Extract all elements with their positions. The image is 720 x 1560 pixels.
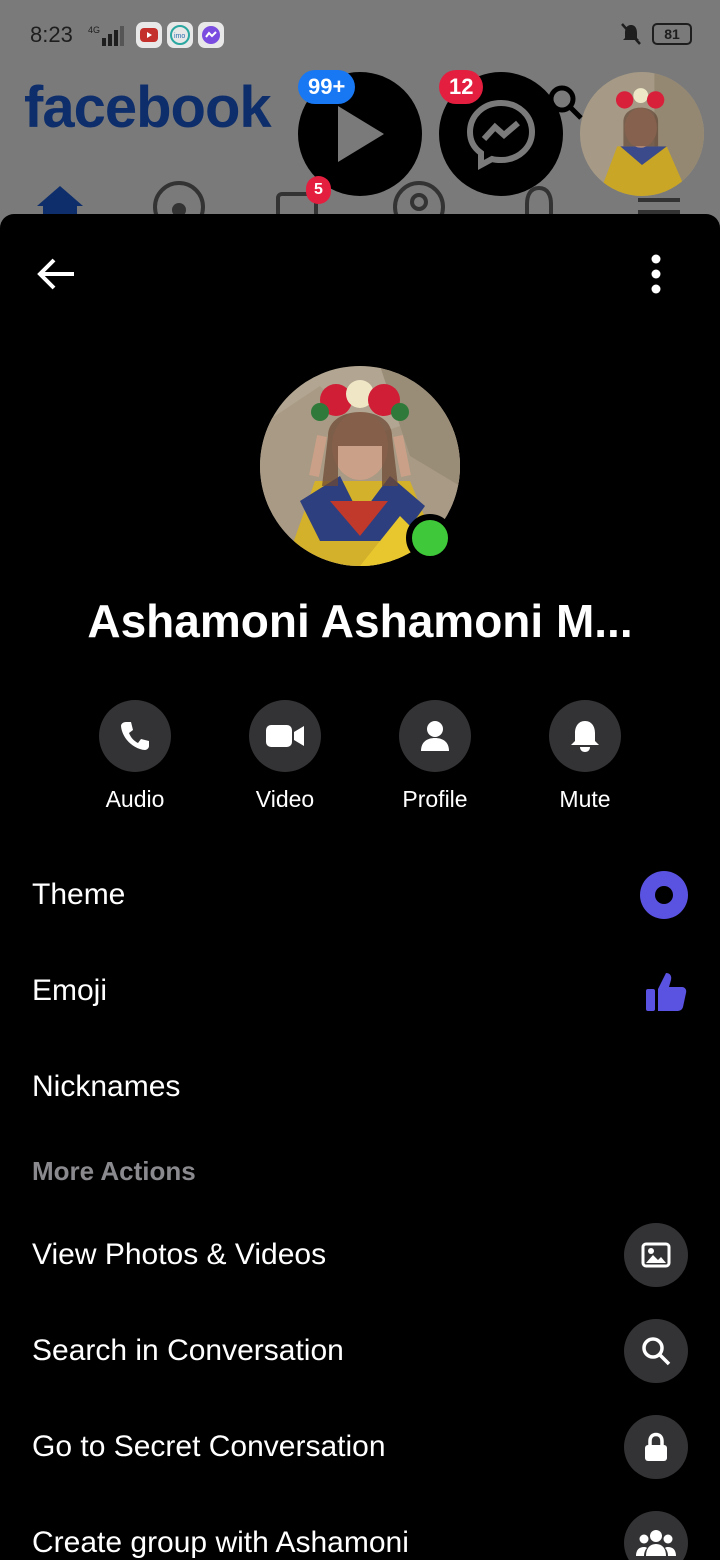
thumbs-up-icon [646, 973, 687, 1011]
group-icon [636, 1530, 676, 1556]
secret-conversation-row[interactable]: Go to Secret Conversation [0, 1407, 720, 1487]
profile-button[interactable] [399, 700, 471, 772]
more-actions-title: More Actions [32, 1156, 196, 1186]
watch-badge: 99+ [298, 70, 356, 104]
status-bar: 8:23 4G imo 81 [0, 0, 720, 72]
search-icon [642, 1337, 671, 1366]
image-icon [641, 1242, 671, 1268]
bell-muted-icon [621, 23, 641, 45]
emoji-row[interactable]: Emoji [0, 951, 720, 1031]
video-call-button[interactable] [249, 700, 321, 772]
audio-call-action[interactable]: Audio [65, 700, 205, 813]
secret-conversation-label: Go to Secret Conversation [32, 1430, 386, 1463]
mute-label: Mute [559, 786, 611, 812]
more-options-button[interactable] [628, 246, 684, 302]
create-group-row[interactable]: Create group with Ashamoni [0, 1503, 720, 1560]
audio-label: Audio [105, 786, 165, 812]
phone-icon [121, 722, 149, 750]
search-conversation-button[interactable] [624, 1319, 688, 1383]
quick-actions: Audio Video Profile Mute [0, 700, 720, 820]
play-icon [338, 106, 384, 162]
search-conversation-row[interactable]: Search in Conversation [0, 1311, 720, 1391]
lock-icon [645, 1432, 667, 1461]
create-group-label: Create group with Ashamoni [32, 1526, 409, 1559]
conversation-details-sheet: Ashamoni Ashamoni M... Audio Video Profi… [0, 214, 720, 1560]
mute-action[interactable]: Mute [515, 700, 655, 813]
theme-row[interactable]: Theme [0, 855, 720, 935]
person-icon [421, 721, 449, 751]
background-app: 8:23 4G imo 81 facebook 99+ 12 5 [0, 0, 720, 240]
account-avatar [580, 72, 704, 196]
video-camera-icon [266, 725, 304, 747]
view-photos-label: View Photos & Videos [32, 1238, 327, 1271]
view-photos-button[interactable] [624, 1223, 688, 1287]
facebook-logo: facebook [24, 75, 272, 140]
svg-text:imo: imo [174, 33, 185, 40]
avatar-photo [580, 72, 704, 196]
theme-color-icon [640, 871, 688, 919]
youtube-notification-icon [136, 22, 162, 48]
view-photos-row[interactable]: View Photos & Videos [0, 1215, 720, 1295]
video-label: Video [255, 786, 315, 812]
signal-icon: 4G [88, 25, 124, 46]
nicknames-label: Nicknames [32, 1070, 181, 1103]
online-status-indicator [406, 514, 454, 562]
messenger-notification-icon [198, 22, 224, 48]
arrow-left-icon [37, 258, 74, 290]
audio-call-button[interactable] [99, 700, 171, 772]
profile-label: Profile [402, 786, 468, 812]
imo-notification-icon: imo [167, 22, 193, 48]
profile-action[interactable]: Profile [365, 700, 505, 813]
messenger-icon [466, 99, 536, 171]
theme-label: Theme [32, 878, 126, 911]
bell-icon [571, 721, 599, 752]
battery-indicator: 81 [652, 23, 692, 45]
create-group-button[interactable] [624, 1511, 688, 1560]
secret-conversation-button[interactable] [624, 1415, 688, 1479]
nicknames-row[interactable]: Nicknames [0, 1047, 720, 1127]
svg-text:4G: 4G [88, 25, 100, 35]
search-icon [548, 85, 583, 120]
back-button[interactable] [28, 246, 84, 302]
search-conversation-label: Search in Conversation [32, 1334, 344, 1367]
status-time: 8:23 [30, 22, 73, 47]
mute-button[interactable] [549, 700, 621, 772]
emoji-label: Emoji [32, 974, 108, 1007]
messenger-badge: 12 [439, 70, 484, 104]
video-call-action[interactable]: Video [215, 700, 355, 813]
status-right-cluster: 81 [620, 22, 692, 46]
contact-name: Ashamoni Ashamoni M... [87, 595, 633, 647]
video-tab-badge: 5 [306, 176, 331, 204]
more-vertical-icon [651, 254, 661, 294]
